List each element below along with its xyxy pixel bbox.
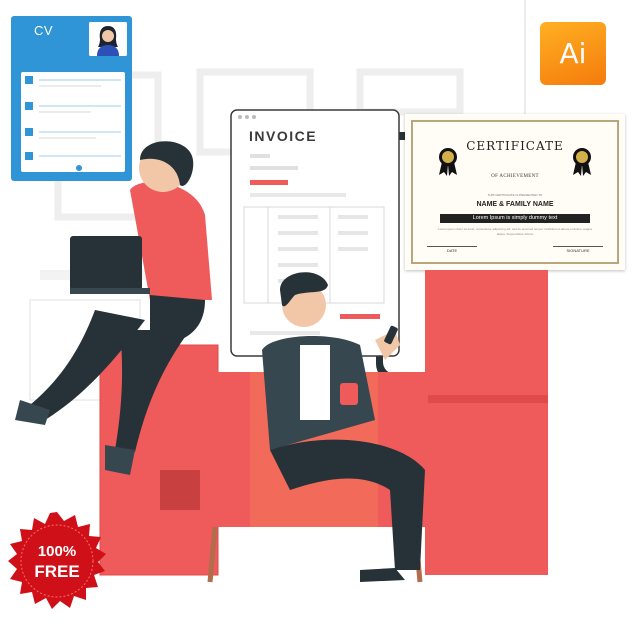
promo-illustration: CV Ai INVOICE CERTIFICATE OF ACHIEVEMENT… (0, 0, 638, 626)
starburst-badge-icon (8, 512, 106, 609)
free-badge: 100% FREE (6, 510, 108, 612)
free-badge-word: FREE (34, 562, 80, 581)
free-badge-percent: 100% (37, 543, 77, 560)
right-sofa (425, 270, 548, 575)
